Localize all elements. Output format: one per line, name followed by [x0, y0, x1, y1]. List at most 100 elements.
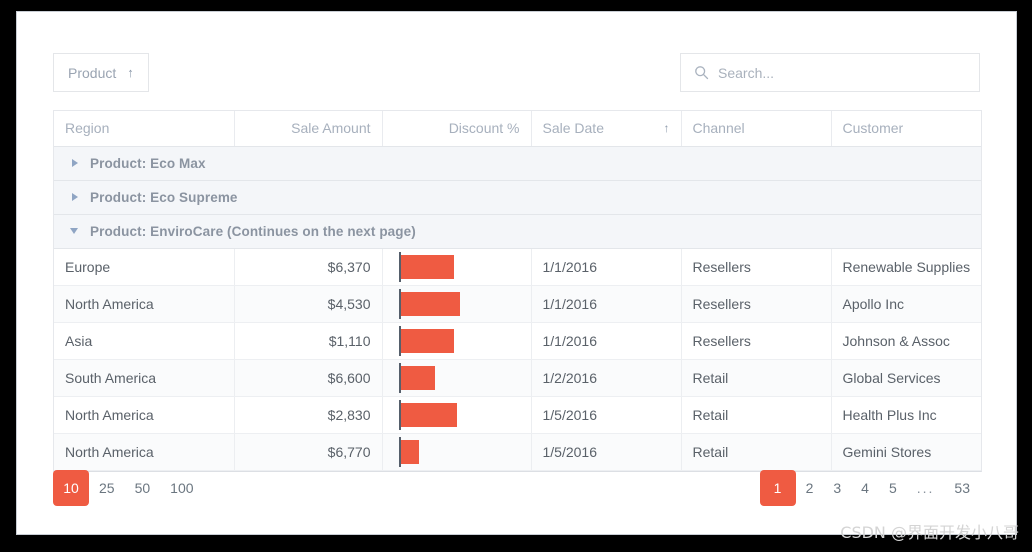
- search-icon: [694, 65, 709, 80]
- group-sort-chip-label: Product: [68, 64, 117, 81]
- group-row-label: Product: Eco Supreme: [90, 189, 238, 205]
- discount-bar: [400, 328, 454, 353]
- table-row[interactable]: North America $4,530 1/1/2016 Resellers …: [54, 285, 981, 323]
- cell-customer: Global Services: [831, 359, 981, 397]
- column-header-region[interactable]: Region: [54, 111, 235, 147]
- table-row[interactable]: North America $2,830 1/5/2016 Retail Hea…: [54, 396, 981, 434]
- cell-region: South America: [54, 359, 235, 397]
- page-ellipsis[interactable]: ...: [907, 470, 945, 506]
- cell-region: North America: [54, 396, 235, 434]
- page-size-option-10[interactable]: 10: [53, 470, 89, 506]
- table-row[interactable]: Europe $6,370 1/1/2016 Resellers Renewab…: [54, 248, 981, 286]
- cell-channel: Resellers: [681, 322, 832, 360]
- grid-card: Product ↑ Region: [16, 11, 1017, 535]
- group-sort-chip-product[interactable]: Product ↑: [53, 53, 149, 92]
- page-number-2[interactable]: 2: [796, 470, 824, 506]
- cell-discount-bar: [382, 433, 532, 471]
- search-box[interactable]: [680, 53, 980, 92]
- column-header-sale-amount[interactable]: Sale Amount: [234, 111, 383, 147]
- cell-sale-amount: $1,110: [234, 322, 383, 360]
- header-row: Region Sale Amount Discount % Sale Date …: [54, 111, 981, 147]
- cell-customer: Apollo Inc: [831, 285, 981, 323]
- cell-sale-date: 1/1/2016: [531, 285, 682, 323]
- watermark: CSDN @界面开发小八哥: [840, 523, 1019, 542]
- table-row[interactable]: North America $6,770 1/5/2016 Retail Gem…: [54, 433, 981, 471]
- group-row-cell[interactable]: Product: EnviroCare (Continues on the ne…: [54, 213, 981, 249]
- group-row-label: Product: EnviroCare (Continues on the ne…: [90, 223, 416, 239]
- page-number-5[interactable]: 5: [879, 470, 907, 506]
- cell-sale-amount: $6,370: [234, 248, 383, 286]
- column-header-discount-label: Discount %: [448, 120, 520, 137]
- column-header-customer-label: Customer: [842, 120, 904, 137]
- cell-discount-bar: [382, 322, 532, 360]
- cell-discount-bar: [382, 359, 532, 397]
- cell-sale-amount: $4,530: [234, 285, 383, 323]
- cell-channel: Retail: [681, 396, 832, 434]
- group-row-label: Product: Eco Max: [90, 155, 206, 171]
- cell-sale-amount: $6,770: [234, 433, 383, 471]
- grid-header: Region Sale Amount Discount % Sale Date …: [54, 111, 981, 147]
- column-header-customer[interactable]: Customer: [831, 111, 981, 147]
- page-size-option-100[interactable]: 100: [160, 470, 203, 506]
- discount-bar: [400, 254, 454, 279]
- page-size-option-25[interactable]: 25: [89, 470, 125, 506]
- page-number-3[interactable]: 3: [823, 470, 851, 506]
- discount-bar: [400, 291, 460, 316]
- cell-sale-date: 1/2/2016: [531, 359, 682, 397]
- cell-sale-date: 1/1/2016: [531, 248, 682, 286]
- page-number-4[interactable]: 4: [851, 470, 879, 506]
- chevron-down-icon[interactable]: [70, 228, 78, 234]
- data-grid: Region Sale Amount Discount % Sale Date …: [53, 110, 982, 472]
- cell-sale-date: 1/1/2016: [531, 322, 682, 360]
- cell-customer: Renewable Supplies: [831, 248, 981, 286]
- column-header-discount[interactable]: Discount %: [382, 111, 532, 147]
- page-number-53[interactable]: 53: [944, 470, 980, 506]
- cell-discount-bar: [382, 248, 532, 286]
- cell-customer: Gemini Stores: [831, 433, 981, 471]
- column-header-sale-date-label: Sale Date: [542, 120, 604, 137]
- cell-channel: Resellers: [681, 285, 832, 323]
- sort-ascending-icon: ↑: [663, 121, 670, 136]
- column-header-sale-amount-label: Sale Amount: [291, 120, 371, 137]
- group-row-cell[interactable]: Product: Eco Supreme: [54, 179, 981, 215]
- cell-customer: Health Plus Inc: [831, 396, 981, 434]
- page-size-selector: 10 25 50 100: [53, 470, 204, 506]
- table-row[interactable]: Asia $1,110 1/1/2016 Resellers Johnson &…: [54, 322, 981, 360]
- table-row[interactable]: South America $6,600 1/2/2016 Retail Glo…: [54, 359, 981, 397]
- page-size-option-50[interactable]: 50: [125, 470, 161, 506]
- cell-discount-bar: [382, 285, 532, 323]
- page-number-1[interactable]: 1: [759, 470, 796, 506]
- search-input[interactable]: [718, 64, 966, 81]
- column-header-sale-date[interactable]: Sale Date ↑: [531, 111, 682, 147]
- cell-region: North America: [54, 285, 235, 323]
- cell-sale-date: 1/5/2016: [531, 433, 682, 471]
- cell-customer: Johnson & Assoc: [831, 322, 981, 360]
- toolbar: Product ↑: [53, 53, 980, 93]
- cell-region: North America: [54, 433, 235, 471]
- cell-channel: Retail: [681, 359, 832, 397]
- cell-discount-bar: [382, 396, 532, 434]
- group-row-cell[interactable]: Product: Eco Max: [54, 145, 981, 181]
- cell-sale-amount: $6,600: [234, 359, 383, 397]
- chevron-right-icon[interactable]: [72, 159, 78, 167]
- column-header-region-label: Region: [65, 120, 110, 137]
- group-row[interactable]: Product: Eco Supreme: [54, 179, 981, 215]
- group-row[interactable]: Product: EnviroCare (Continues on the ne…: [54, 213, 981, 249]
- column-header-channel[interactable]: Channel: [681, 111, 832, 147]
- discount-bar: [400, 402, 457, 427]
- cell-region: Asia: [54, 322, 235, 360]
- grid-body: Product: Eco Max Product: Eco Supreme Pr…: [54, 145, 981, 471]
- chevron-right-icon[interactable]: [72, 193, 78, 201]
- cell-channel: Resellers: [681, 248, 832, 286]
- cell-sale-amount: $2,830: [234, 396, 383, 434]
- sort-ascending-icon: ↑: [127, 65, 134, 80]
- discount-bar: [400, 365, 435, 390]
- column-header-channel-label: Channel: [692, 120, 745, 137]
- cell-sale-date: 1/5/2016: [531, 396, 682, 434]
- group-row[interactable]: Product: Eco Max: [54, 145, 981, 181]
- pager: 10 25 50 100 1 2 3 4 5 ... 53: [53, 470, 980, 512]
- discount-bar: [400, 439, 419, 464]
- page-number-selector: 1 2 3 4 5 ... 53: [759, 470, 980, 506]
- cell-channel: Retail: [681, 433, 832, 471]
- cell-region: Europe: [54, 248, 235, 286]
